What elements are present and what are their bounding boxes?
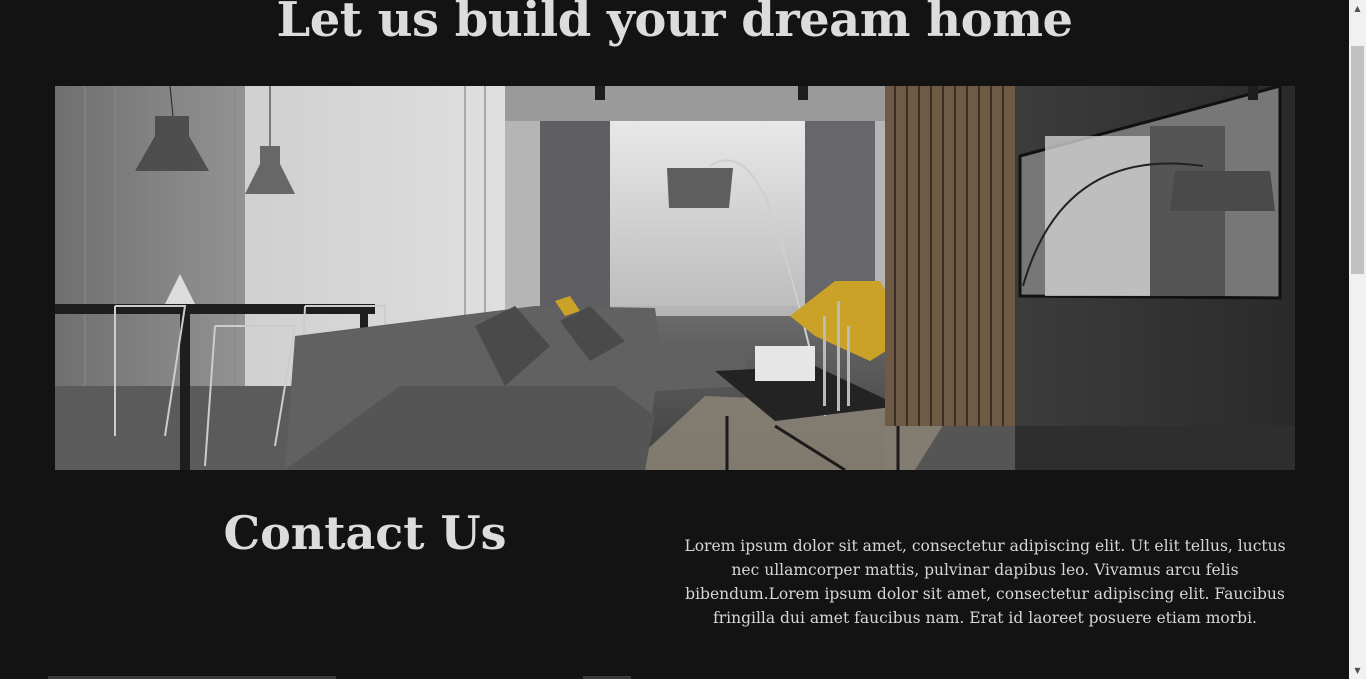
page: Let us build your dream home Contact Us … <box>0 0 1349 679</box>
scroll-down-arrow-icon[interactable]: ▼ <box>1349 662 1366 679</box>
hero-title: Let us build your dream home <box>276 0 1073 48</box>
scrollbar-thumb[interactable] <box>1351 46 1364 274</box>
hero-image <box>55 86 1295 470</box>
contact-description: Lorem ipsum dolor sit amet, consectetur … <box>684 537 1286 627</box>
scroll-up-arrow-icon[interactable]: ▲ <box>1349 0 1366 17</box>
contact-title: Contact Us <box>223 506 507 560</box>
vertical-scrollbar[interactable]: ▲ ▼ <box>1349 0 1366 679</box>
